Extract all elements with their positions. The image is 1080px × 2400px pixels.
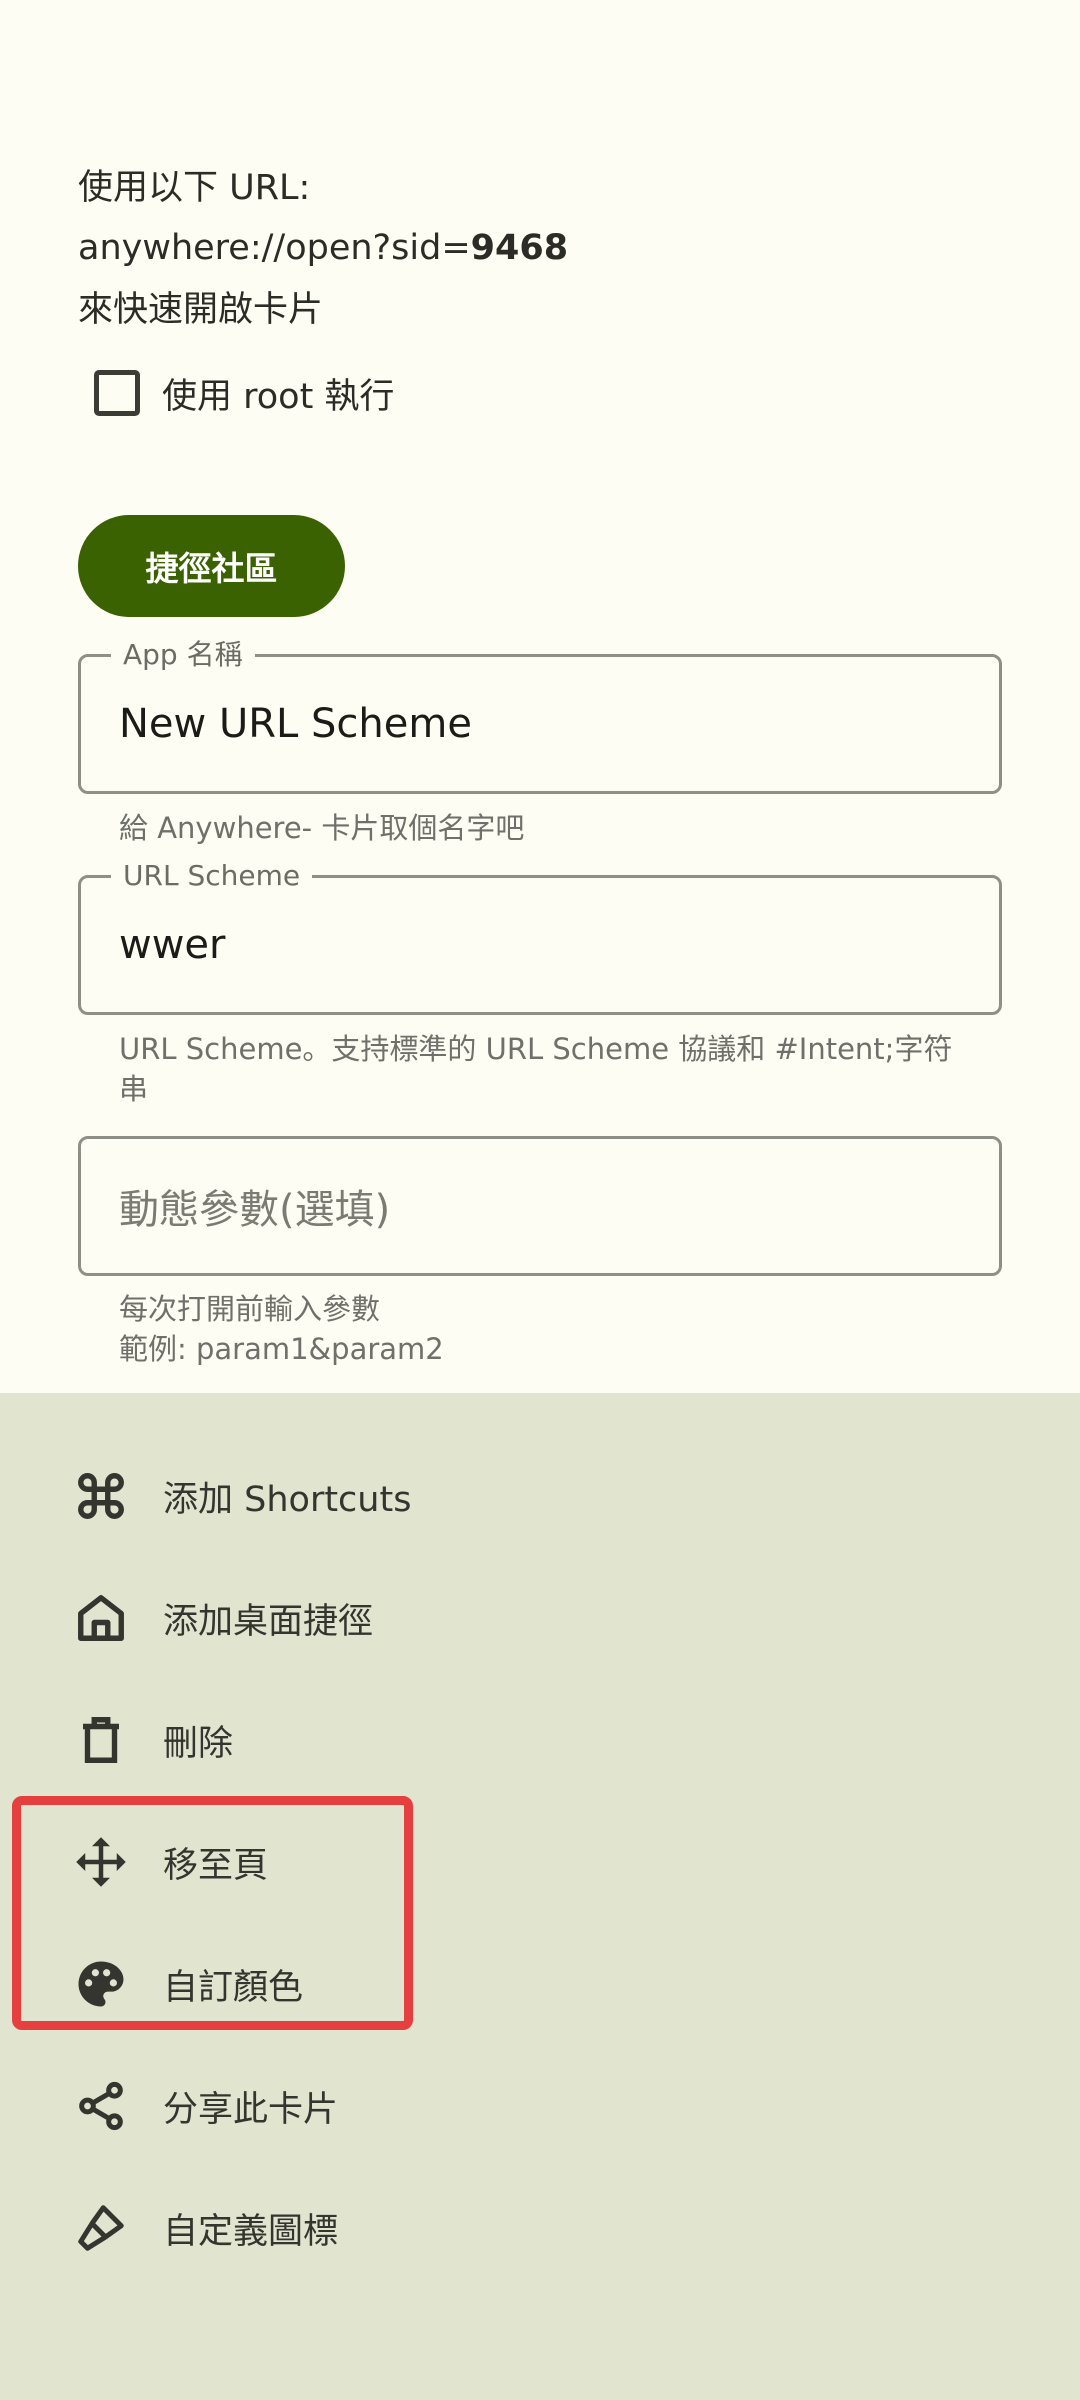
run-as-root-checkbox[interactable] — [94, 370, 140, 416]
app-name-field-value: New URL Scheme — [119, 701, 472, 747]
url-sid: 9468 — [470, 228, 569, 268]
menu-label: 刪除 — [163, 1723, 234, 1764]
command-icon — [74, 1469, 128, 1523]
card-settings-panel: 使用以下 URL: anywhere://open?sid=9468 來快速開啟… — [0, 0, 1080, 1393]
dynamic-param-field[interactable]: 動態參數(選填) — [78, 1136, 1002, 1276]
menu-item-custom-icon[interactable]: 自定義圖標 — [0, 2167, 1080, 2289]
menu-label: 添加桌面捷徑 — [163, 1601, 374, 1642]
trash-icon — [74, 1713, 128, 1767]
url-scheme-field-value: wwer — [119, 922, 226, 968]
menu-label: 分享此卡片 — [163, 2089, 339, 2130]
palette-icon — [74, 1957, 128, 2011]
url-info-value[interactable]: anywhere://open?sid=9468 — [78, 223, 568, 273]
run-as-root-checkbox-row[interactable]: 使用 root 執行 — [94, 365, 394, 421]
actions-bottom-sheet: 添加 Shortcuts 添加桌面捷徑 刪除 移至頁 自訂顏色 分享此卡片 自定… — [0, 1393, 1080, 2400]
url-scheme-field[interactable]: URL Scheme wwer — [78, 858, 1002, 1015]
run-as-root-label: 使用 root 執行 — [162, 376, 395, 417]
share-icon — [74, 2079, 128, 2133]
menu-item-custom-color[interactable]: 自訂顏色 — [0, 1923, 1080, 2045]
shortcut-community-button[interactable]: 捷徑社區 — [78, 515, 345, 617]
menu-label: 添加 Shortcuts — [163, 1479, 412, 1520]
dynamic-param-helper-1: 每次打開前輸入參數 — [119, 1292, 381, 1326]
menu-item-move-to-page[interactable]: 移至頁 — [0, 1801, 1080, 1923]
app-name-field[interactable]: App 名稱 New URL Scheme — [78, 637, 1002, 794]
menu-label: 自訂顏色 — [163, 1967, 304, 2008]
url-prefix: anywhere://open?sid= — [78, 228, 471, 268]
url-scheme-helper: URL Scheme。支持標準的 URL Scheme 協議和 #Intent;… — [119, 1032, 953, 1106]
brush-icon — [74, 2201, 128, 2255]
home-icon — [74, 1591, 128, 1645]
menu-label: 移至頁 — [163, 1845, 269, 1886]
app-name-helper: 給 Anywhere- 卡片取個名字吧 — [119, 811, 525, 845]
menu-item-add-home-shortcut[interactable]: 添加桌面捷徑 — [0, 1557, 1080, 1679]
url-info-label: 使用以下 URL: — [78, 168, 311, 208]
menu-item-share-card[interactable]: 分享此卡片 — [0, 2045, 1080, 2167]
menu-label: 自定義圖標 — [163, 2211, 339, 2252]
move-icon — [74, 1835, 128, 1889]
url-info-hint: 來快速開啟卡片 — [78, 290, 324, 330]
dynamic-param-placeholder: 動態參數(選填) — [119, 1187, 391, 1233]
menu-item-add-shortcuts[interactable]: 添加 Shortcuts — [0, 1435, 1080, 1557]
menu-item-delete[interactable]: 刪除 — [0, 1679, 1080, 1801]
dynamic-param-helper-2: 範例: param1&param2 — [119, 1332, 444, 1366]
